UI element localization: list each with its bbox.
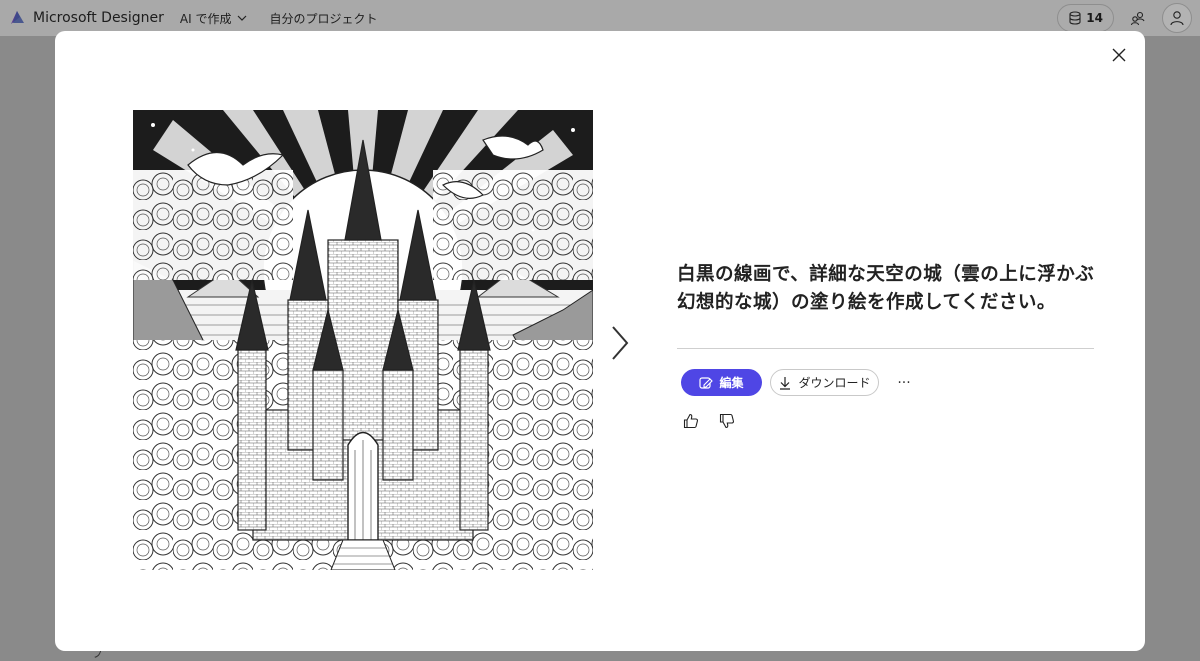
generated-image[interactable]: [133, 110, 593, 570]
chevron-down-icon: [238, 15, 247, 21]
edit-image-icon: [699, 376, 714, 389]
brand[interactable]: Microsoft Designer: [8, 9, 164, 27]
download-button[interactable]: ダウンロード: [770, 369, 879, 396]
thumbs-down-icon: [719, 413, 735, 429]
action-bar: 編集 ダウンロード ···: [681, 369, 917, 396]
dislike-button[interactable]: [717, 411, 737, 431]
close-icon: [1112, 48, 1126, 62]
image-prompt: 白黒の線画で、詳細な天空の城（雲の上に浮かぶ幻想的な城）の塗り絵を作成してくださ…: [677, 264, 1095, 313]
credits-count: 14: [1086, 11, 1103, 25]
next-image-button[interactable]: [608, 321, 632, 365]
nav-projects-label: 自分のプロジェクト: [269, 11, 378, 26]
nav-create-with-ai[interactable]: AI で作成: [180, 10, 248, 27]
edit-label: 編集: [719, 376, 744, 390]
coin-stack-icon: [1069, 11, 1081, 25]
chevron-right-icon: [612, 326, 629, 360]
thumbs-up-icon: [683, 413, 699, 429]
nav-create-label: AI で作成: [179, 11, 232, 26]
designer-logo-icon: [11, 11, 24, 24]
more-options-icon: ···: [897, 374, 911, 391]
divider: [677, 348, 1094, 349]
people-icon: [1130, 11, 1145, 26]
more-options-button[interactable]: ···: [891, 370, 917, 396]
download-label: ダウンロード: [798, 376, 871, 390]
castle-coloring-image: [133, 110, 593, 570]
download-icon: [780, 376, 791, 390]
feedback-bar: [681, 411, 737, 431]
avatar[interactable]: [1162, 3, 1192, 33]
like-button[interactable]: [681, 411, 701, 431]
person-icon: [1170, 11, 1184, 26]
image-detail-dialog: 白黒の線画で、詳細な天空の城（雲の上に浮かぶ幻想的な城）の塗り絵を作成してくださ…: [55, 31, 1145, 651]
edit-button[interactable]: 編集: [681, 369, 762, 396]
people-button[interactable]: [1124, 4, 1152, 32]
credits-button[interactable]: 14: [1057, 4, 1114, 32]
nav-my-projects[interactable]: 自分のプロジェクト: [269, 10, 377, 27]
brand-name: Microsoft Designer: [33, 10, 164, 26]
close-button[interactable]: [1107, 43, 1131, 67]
